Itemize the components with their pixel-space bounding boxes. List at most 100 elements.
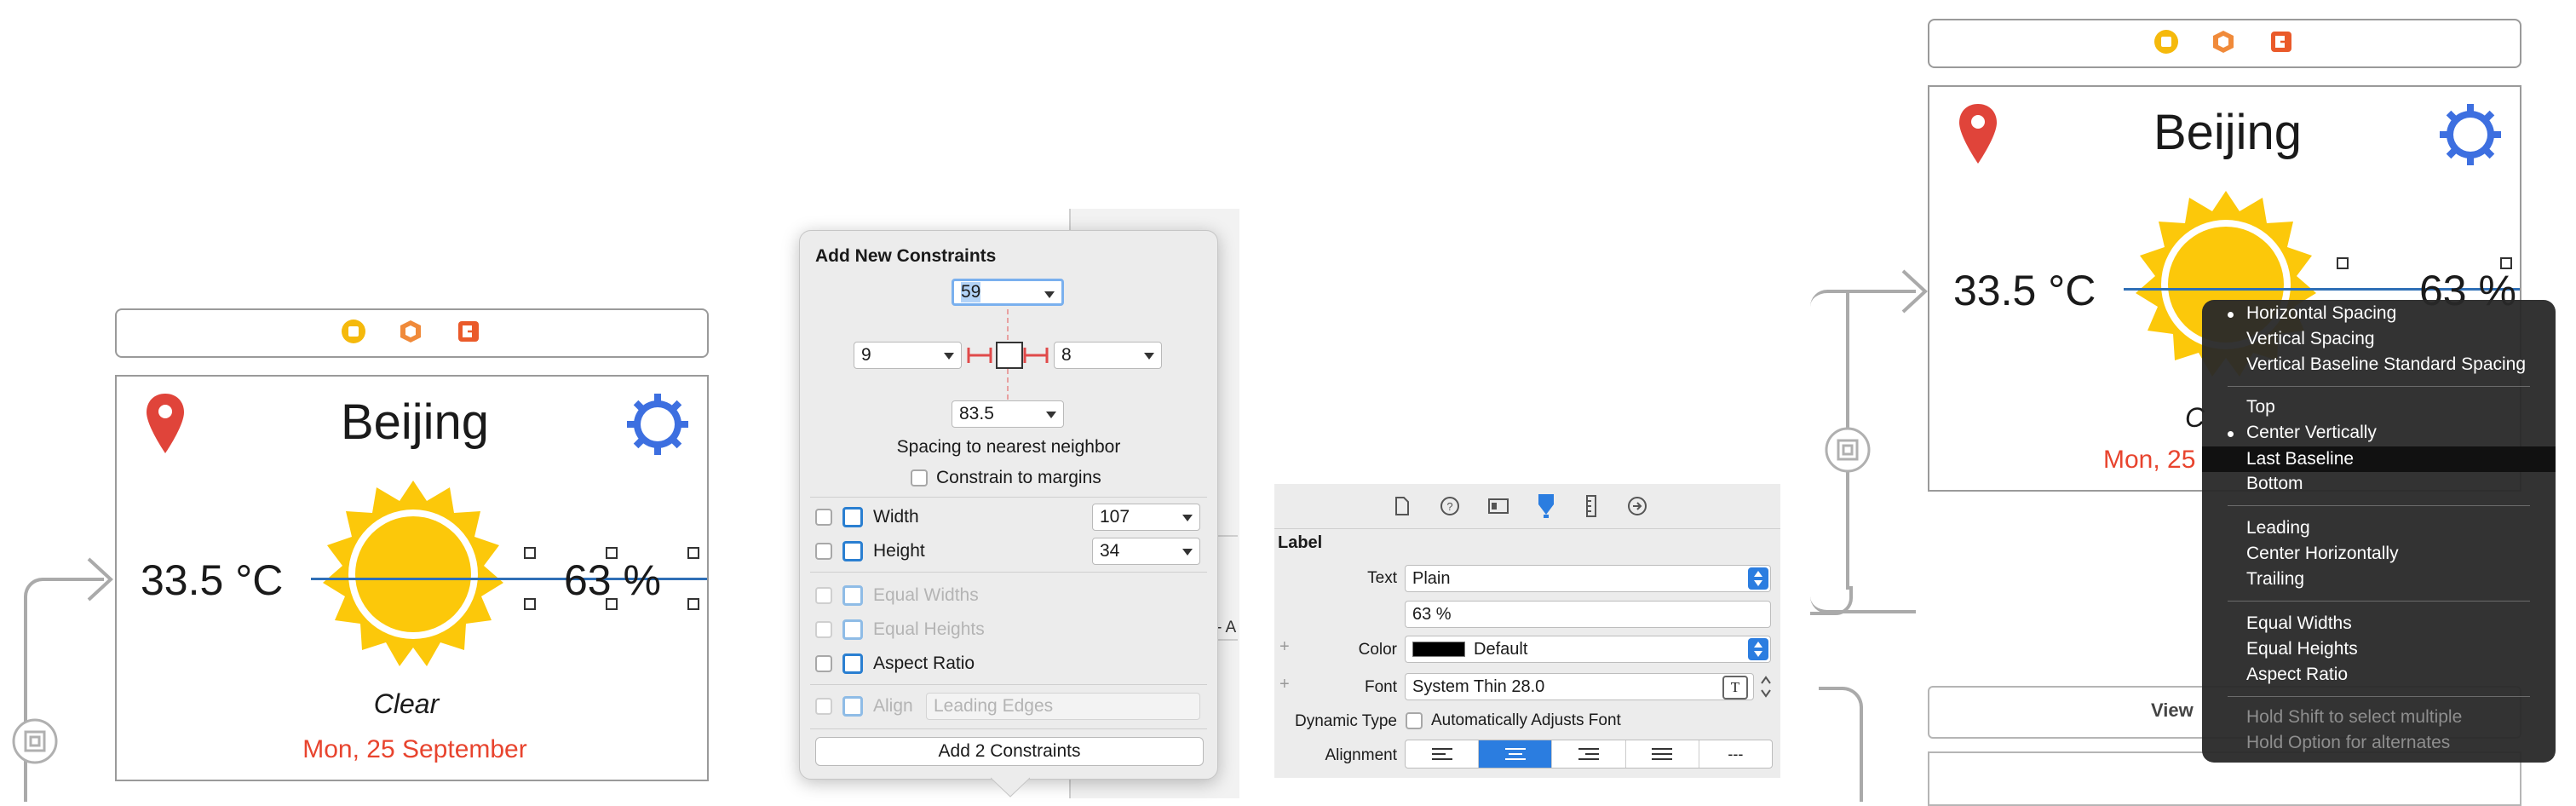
segue-connector (24, 578, 104, 802)
resize-handle[interactable] (524, 598, 536, 610)
select-stepper-icon[interactable] (1748, 638, 1768, 660)
menu-item-leading[interactable]: Leading (2246, 518, 2310, 538)
settings-gear-icon[interactable] (625, 392, 690, 457)
divider (810, 684, 1207, 685)
attributes-inspector: ? Label Text Plain 63 % + Color Default … (1274, 484, 1780, 778)
settings-gear-icon[interactable] (2438, 102, 2503, 167)
svg-text:?: ? (1446, 500, 1452, 513)
divider (810, 497, 1207, 498)
popover-tail-icon (991, 776, 1030, 798)
identity-icon[interactable] (1487, 496, 1509, 516)
resize-handle[interactable] (2500, 257, 2512, 269)
resize-handle[interactable] (606, 547, 618, 559)
text-content-field[interactable]: 63 % (1405, 601, 1771, 628)
attributes-icon[interactable] (1533, 492, 1559, 520)
constrain-margins-checkbox[interactable] (911, 469, 928, 486)
width-checkbox[interactable] (815, 509, 832, 526)
dynamic-type-checkbox[interactable] (1406, 712, 1423, 729)
alignment-segmented-control[interactable]: --- (1405, 740, 1773, 769)
file-icon[interactable] (1392, 496, 1412, 516)
equal-heights-checkbox[interactable] (815, 621, 832, 638)
city-label: Beijing (2100, 104, 2355, 161)
segue-icon[interactable] (1824, 426, 1872, 474)
top-spacing-value: 59 (961, 282, 980, 302)
location-pin-icon[interactable] (1957, 102, 1999, 165)
resize-handle[interactable] (687, 547, 699, 559)
temperature-label: 33.5 °C (141, 556, 283, 605)
height-constraint-icon (842, 541, 863, 561)
font-picker-button[interactable]: T (1722, 676, 1748, 699)
top-spacing-field[interactable]: 59 (952, 279, 1064, 306)
align-justify-icon[interactable] (1626, 740, 1699, 768)
menu-item-vertical-spacing[interactable]: Vertical Spacing (2246, 329, 2375, 349)
select-stepper-icon[interactable] (1748, 567, 1768, 590)
right-spacing-field[interactable]: 8 (1054, 342, 1162, 369)
aspect-ratio-checkbox[interactable] (815, 655, 832, 672)
menu-item-bottom[interactable]: Bottom (2246, 474, 2303, 494)
connections-icon[interactable] (1627, 496, 1647, 516)
chevron-down-icon[interactable] (1046, 412, 1056, 418)
text-type-select[interactable]: Plain (1405, 565, 1771, 592)
menu-item-horizontal-spacing[interactable]: Horizontal Spacing (2246, 303, 2396, 324)
menu-item-last-baseline[interactable]: Last Baseline (2202, 446, 2556, 472)
height-label: Height (873, 541, 925, 561)
segue-icon[interactable] (11, 717, 59, 765)
font-field[interactable]: System Thin 28.0 T (1405, 673, 1754, 700)
menu-item-equal-heights[interactable]: Equal Heights (2246, 639, 2358, 659)
exit-icon[interactable] (456, 319, 481, 344)
menu-item-trailing[interactable]: Trailing (2246, 569, 2304, 590)
menu-item-top[interactable]: Top (2246, 397, 2275, 417)
size-icon[interactable] (1584, 494, 1598, 518)
resize-handle[interactable] (687, 598, 699, 610)
first-responder-icon[interactable] (398, 319, 423, 344)
chevron-down-icon[interactable] (1144, 353, 1154, 360)
equal-widths-label: Equal Widths (873, 585, 979, 606)
left-spacing-field[interactable]: 9 (854, 342, 962, 369)
chevron-down-icon[interactable] (1182, 549, 1193, 556)
view-controller-icon[interactable] (2153, 29, 2179, 55)
width-value: 107 (1100, 507, 1130, 527)
height-value-field[interactable]: 34 (1092, 538, 1200, 565)
condition-label: Clear (279, 688, 534, 720)
menu-item-vertical-baseline-spacing[interactable]: Vertical Baseline Standard Spacing (2246, 354, 2526, 375)
equal-widths-checkbox[interactable] (815, 587, 832, 604)
bottom-spacing-field[interactable]: 83.5 (952, 400, 1064, 428)
menu-item-equal-widths[interactable]: Equal Widths (2246, 613, 2352, 634)
equal-heights-icon (842, 619, 863, 640)
align-center-icon[interactable] (1479, 740, 1552, 768)
resize-handle[interactable] (524, 547, 536, 559)
inspector-toolbar: ? (1274, 484, 1780, 529)
location-pin-icon[interactable] (144, 392, 187, 455)
equal-widths-icon (842, 585, 863, 606)
chevron-down-icon[interactable] (1044, 291, 1055, 298)
add-constraints-button[interactable]: Add 2 Constraints (815, 737, 1204, 766)
height-checkbox[interactable] (815, 543, 832, 560)
divider (810, 728, 1207, 729)
exit-icon[interactable] (2268, 29, 2294, 55)
align-right-icon[interactable] (1552, 740, 1625, 768)
popover-title: Add New Constraints (815, 246, 996, 267)
align-natural-button[interactable]: --- (1699, 740, 1772, 768)
menu-item-center-horizontally[interactable]: Center Horizontally (2246, 544, 2399, 564)
spacing-caption: Spacing to nearest neighbor (800, 437, 1217, 458)
menu-item-aspect-ratio[interactable]: Aspect Ratio (2246, 665, 2348, 685)
view-controller-icon[interactable] (341, 319, 366, 344)
chevron-down-icon[interactable] (944, 353, 954, 360)
left-strut-icon[interactable] (967, 345, 992, 366)
resize-handle[interactable] (2337, 257, 2349, 269)
menu-item-center-vertically[interactable]: Center Vertically (2246, 423, 2377, 443)
chevron-down-icon[interactable] (1182, 515, 1193, 521)
background-panel-text: - A (1216, 619, 1236, 637)
first-responder-icon[interactable] (2211, 29, 2236, 55)
right-strut-icon[interactable] (1023, 345, 1049, 366)
align-left-icon[interactable] (1406, 740, 1479, 768)
width-value-field[interactable]: 107 (1092, 504, 1200, 531)
help-icon[interactable]: ? (1440, 496, 1460, 516)
resize-handle[interactable] (606, 598, 618, 610)
align-checkbox[interactable] (815, 698, 832, 715)
equal-heights-label: Equal Heights (873, 619, 985, 640)
font-size-stepper-icon[interactable] (1758, 673, 1774, 700)
color-select[interactable]: Default (1405, 636, 1771, 663)
text-type-value: Plain (1412, 569, 1450, 589)
align-select[interactable]: Leading Edges (926, 693, 1200, 720)
